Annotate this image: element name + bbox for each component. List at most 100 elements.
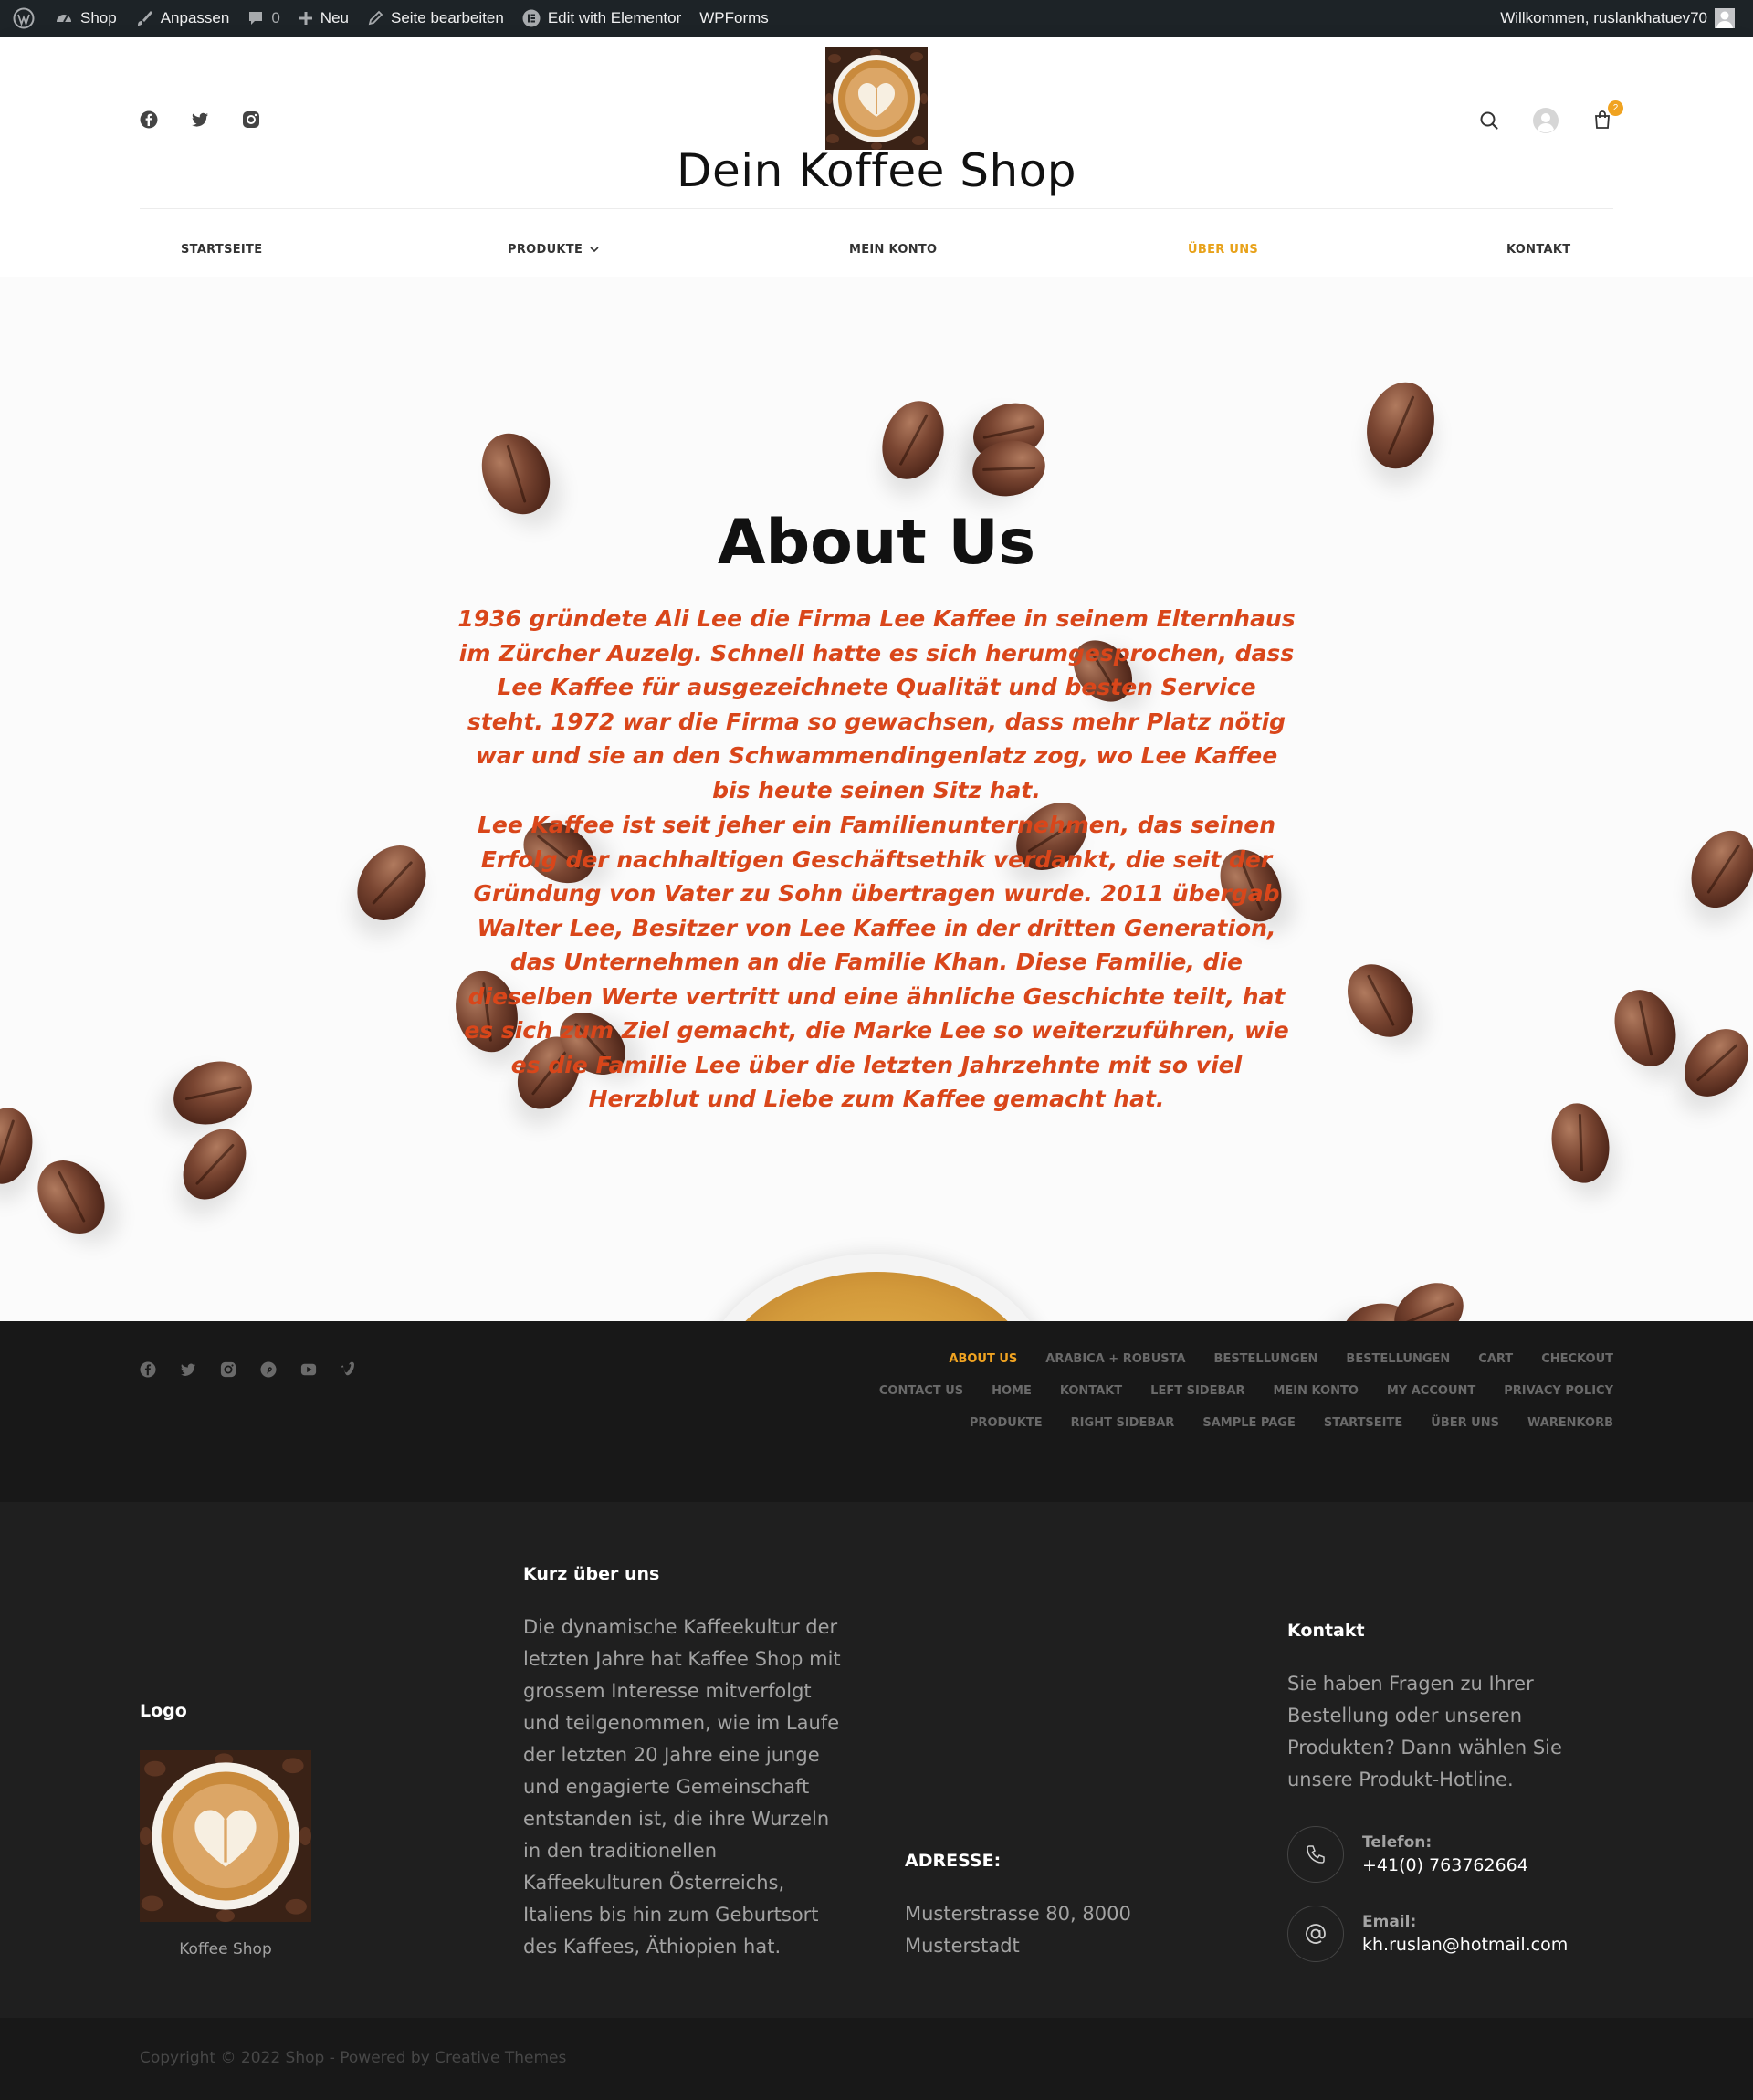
footer-menu-item[interactable]: SAMPLE PAGE [1202, 1414, 1296, 1433]
contact-widget-text: Sie haben Fragen zu Ihrer Bestellung ode… [1287, 1673, 1562, 1790]
account-avatar-icon[interactable] [1532, 107, 1559, 134]
elementor-icon [522, 9, 541, 27]
footer-logo[interactable] [140, 1750, 311, 1922]
footer-menu-item[interactable]: MY ACCOUNT [1387, 1382, 1475, 1401]
about-widget-title: Kurz über uns [523, 1564, 660, 1584]
main-navigation: STARTSEITE PRODUKTE MEIN KONTO ÜBER UNS … [140, 243, 1613, 263]
site-title[interactable]: Dein Koffee Shop [0, 144, 1753, 197]
admin-bar-greeting: Willkommen, ruslankhatuev70 [1500, 9, 1707, 26]
cart-count-badge: 2 [1608, 100, 1623, 116]
admin-bar-comments[interactable]: 0 [238, 0, 289, 37]
instagram-icon[interactable] [220, 1361, 236, 1378]
footer-menu-item[interactable]: BESTELLUNGEN [1346, 1350, 1450, 1369]
admin-bar-site-label: Shop [80, 9, 117, 26]
contact-email[interactable]: Email: kh.ruslan@hotmail.com [1287, 1906, 1568, 1962]
wordpress-icon [13, 7, 35, 29]
footer-menu-item[interactable]: HOME [992, 1382, 1032, 1401]
comment-count: 0 [271, 9, 280, 26]
contact-widget-title: Kontakt [1287, 1621, 1365, 1641]
plus-icon [299, 12, 312, 25]
footer-menu-item[interactable]: CHECKOUT [1541, 1350, 1613, 1369]
admin-bar-edit-page[interactable]: Seite bearbeiten [358, 0, 513, 37]
footer-menu-item[interactable]: STARTSEITE [1324, 1414, 1402, 1433]
twitter-icon[interactable] [180, 1361, 196, 1378]
youtube-icon[interactable] [300, 1361, 317, 1378]
footer-menu-item[interactable]: ABOUT US [949, 1350, 1017, 1369]
admin-bar-customize[interactable]: Anpassen [126, 0, 239, 37]
admin-bar: Shop Anpassen 0 Neu Seite bearbeiten Edi… [0, 0, 1753, 37]
about-paragraph-2: Lee Kaffee ist seit jeher ein Familienun… [464, 812, 1289, 1112]
footer-menu-item[interactable]: LEFT SIDEBAR [1150, 1382, 1244, 1401]
footer-top-bar: ABOUT US ARABICA + ROBUSTA BESTELLUNGEN … [0, 1321, 1753, 1502]
admin-avatar-icon [1715, 8, 1735, 28]
cart-button[interactable]: 2 [1592, 100, 1623, 131]
footer-menu-item[interactable]: ARABICA + ROBUSTA [1045, 1350, 1185, 1369]
instagram-icon[interactable] [242, 110, 260, 129]
twitter-icon[interactable] [191, 110, 209, 129]
chevron-down-icon [590, 247, 599, 253]
at-sign-icon [1287, 1906, 1344, 1962]
footer-menu-item[interactable]: RIGHT SIDEBAR [1071, 1414, 1175, 1433]
phone-icon [1287, 1826, 1344, 1883]
footer-menu-item[interactable]: MEIN KONTO [1273, 1382, 1358, 1401]
admin-bar-site[interactable]: Shop [46, 0, 126, 37]
site-header: Dein Koffee Shop 2 STARTSEITE PRODUKTE M… [0, 37, 1753, 277]
admin-bar-customize-label: Anpassen [160, 9, 230, 26]
nav-item-kontakt[interactable]: KONTAKT [1506, 243, 1570, 257]
about-widget-text: Die dynamische Kaffeekultur der letzten … [523, 1616, 841, 1958]
wordpress-menu[interactable] [0, 0, 46, 37]
copyright-bar: Copyright © 2022 Shop - Powered by Creat… [0, 2018, 1753, 2100]
facebook-icon[interactable] [140, 1361, 156, 1378]
footer-menu-item[interactable]: ÜBER UNS [1431, 1414, 1499, 1433]
admin-bar-edit-page-label: Seite bearbeiten [390, 9, 504, 26]
nav-item-produkte[interactable]: PRODUKTE [508, 243, 599, 257]
footer-menu: ABOUT US ARABICA + ROBUSTA BESTELLUNGEN … [865, 1350, 1613, 1433]
footer-social-links [140, 1361, 357, 1378]
coffee-cup-image [698, 1254, 1055, 1321]
email-label: Email: [1362, 1913, 1417, 1931]
vimeo-icon[interactable] [341, 1361, 357, 1378]
page-title: About Us [717, 507, 1036, 579]
header-actions: 2 [1479, 100, 1623, 134]
site-logo[interactable] [825, 47, 928, 150]
admin-bar-wpforms[interactable]: WPForms [690, 0, 778, 37]
pinterest-icon[interactable] [260, 1361, 277, 1378]
phone-value[interactable]: +41(0) 763762664 [1362, 1853, 1528, 1877]
footer-menu-item[interactable]: WARENKORB [1527, 1414, 1613, 1433]
copyright-text: Copyright © 2022 Shop - Powered by Creat… [140, 2049, 567, 2067]
about-paragraph-1: 1936 gründete Ali Lee die Firma Lee Kaff… [457, 605, 1296, 803]
comment-icon [249, 12, 263, 25]
admin-bar-wpforms-label: WPForms [699, 9, 769, 26]
dashboard-icon [57, 15, 71, 23]
nav-item-ueber-uns[interactable]: ÜBER UNS [1188, 243, 1258, 257]
nav-label: ÜBER UNS [1188, 243, 1259, 257]
footer-menu-item[interactable]: BESTELLUNGEN [1214, 1350, 1318, 1369]
footer-menu-item[interactable]: CONTACT US [879, 1382, 963, 1401]
footer-menu-item[interactable]: KONTAKT [1060, 1382, 1122, 1401]
search-icon[interactable] [1479, 110, 1499, 131]
footer-widgets: Logo Koffee Shop Kurz über uns Die dynam… [0, 1502, 1753, 2018]
address-widget-title: ADRESSE: [905, 1851, 1002, 1871]
footer-menu-item[interactable]: PRODUKTE [970, 1414, 1043, 1433]
email-value[interactable]: kh.ruslan@hotmail.com [1362, 1933, 1568, 1957]
nav-item-mein-konto[interactable]: MEIN KONTO [849, 243, 937, 257]
footer-menu-item[interactable]: PRIVACY POLICY [1504, 1382, 1613, 1401]
pencil-icon [368, 10, 383, 26]
address-line-2: Musterstadt [905, 1935, 1020, 1957]
footer-menu-item[interactable]: CART [1478, 1350, 1513, 1369]
nav-item-startseite[interactable]: STARTSEITE [181, 243, 262, 257]
contact-phone[interactable]: Telefon: +41(0) 763762664 [1287, 1826, 1528, 1883]
logo-widget-title: Logo [140, 1701, 187, 1721]
brush-icon [137, 11, 152, 26]
admin-bar-new[interactable]: Neu [289, 0, 358, 37]
admin-bar-elementor[interactable]: Edit with Elementor [513, 0, 690, 37]
admin-bar-account[interactable]: Willkommen, ruslankhatuev70 [1500, 0, 1753, 37]
facebook-icon[interactable] [140, 110, 158, 129]
footer-logo-caption: Koffee Shop [179, 1940, 272, 1958]
admin-bar-elementor-label: Edit with Elementor [547, 9, 682, 26]
nav-label: STARTSEITE [181, 243, 263, 257]
address-line-1: Musterstrasse 80, 8000 [905, 1903, 1131, 1925]
nav-label: MEIN KONTO [849, 243, 938, 257]
header-social-links [140, 110, 260, 129]
phone-label: Telefon: [1362, 1833, 1433, 1852]
